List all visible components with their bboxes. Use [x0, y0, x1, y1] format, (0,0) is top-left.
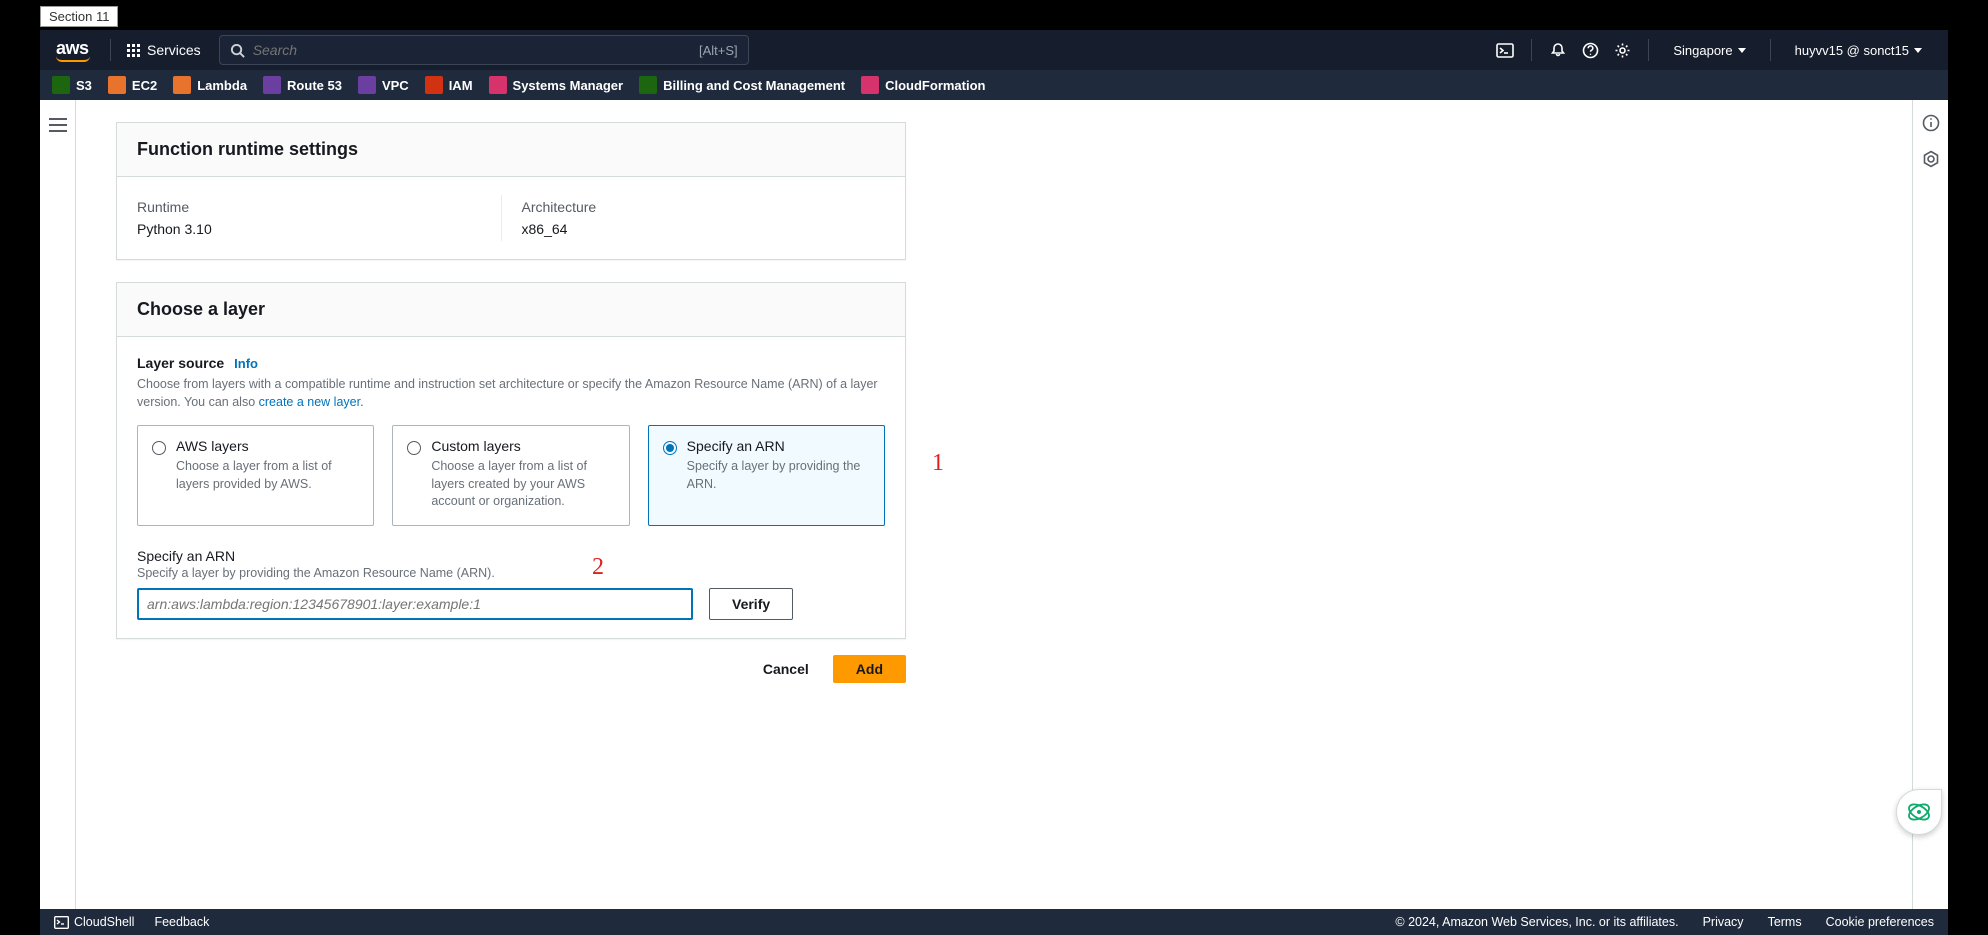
add-button[interactable]: Add: [833, 655, 906, 683]
tile-desc: Choose a layer from a list of layers cre…: [431, 458, 614, 511]
card-title: Function runtime settings: [137, 139, 885, 160]
account-selector[interactable]: huyvv15 @ sonct15: [1781, 43, 1936, 58]
runtime-value: Python 3.10: [137, 221, 501, 237]
service-icon: [425, 76, 443, 94]
service-icon: [263, 76, 281, 94]
layer-source-tile-custom[interactable]: Custom layers Choose a layer from a list…: [392, 425, 629, 526]
layer-source-tile-aws[interactable]: AWS layers Choose a layer from a list of…: [137, 425, 374, 526]
left-rail: [40, 100, 76, 909]
service-icon: [52, 76, 70, 94]
sidebar-toggle-button[interactable]: [49, 118, 67, 132]
radio-icon: [407, 441, 421, 455]
notifications-icon-button[interactable]: [1542, 34, 1574, 66]
tile-title: Custom layers: [431, 438, 614, 454]
card-title: Choose a layer: [137, 299, 885, 320]
footer: CloudShell Feedback © 2024, Amazon Web S…: [40, 909, 1948, 935]
divider: [110, 39, 111, 61]
search-icon: [230, 43, 245, 58]
service-icon: [861, 76, 879, 94]
history-panel-toggle[interactable]: [1922, 150, 1940, 168]
divider: [1648, 39, 1649, 61]
service-icon: [489, 76, 507, 94]
favorites-bar: S3 EC2 Lambda Route 53 VPC IAM Systems M…: [40, 70, 1948, 100]
form-actions: Cancel Add: [116, 639, 906, 723]
section-tab: Section 11: [40, 6, 118, 27]
assistant-icon: [1906, 799, 1932, 825]
top-nav: aws Services [Alt+S]: [40, 30, 1948, 70]
services-label: Services: [147, 42, 201, 58]
cloudshell-link[interactable]: CloudShell: [54, 915, 134, 929]
assistant-badge[interactable]: [1896, 789, 1942, 835]
choose-layer-card: Choose a layer Layer source Info Choose …: [116, 282, 906, 639]
layer-source-description: Choose from layers with a compatible run…: [137, 375, 885, 411]
caret-down-icon: [1914, 48, 1922, 53]
terms-link[interactable]: Terms: [1768, 915, 1802, 929]
arn-input[interactable]: [137, 588, 693, 620]
caret-down-icon: [1738, 48, 1746, 53]
right-rail: [1912, 100, 1948, 909]
layer-source-label: Layer source: [137, 355, 224, 371]
info-link[interactable]: Info: [234, 356, 258, 371]
fav-item-s3[interactable]: S3: [52, 76, 92, 94]
help-icon-button[interactable]: [1574, 34, 1606, 66]
main-content: Function runtime settings Runtime Python…: [76, 100, 1912, 909]
verify-button[interactable]: Verify: [709, 588, 793, 620]
cloudshell-icon: [54, 916, 69, 929]
architecture-value: x86_64: [522, 221, 886, 237]
cookie-preferences-link[interactable]: Cookie preferences: [1826, 915, 1934, 929]
fav-item-route53[interactable]: Route 53: [263, 76, 342, 94]
region-selector[interactable]: Singapore: [1659, 43, 1759, 58]
arn-field-label: Specify an ARN: [137, 548, 885, 564]
architecture-label: Architecture: [522, 199, 886, 215]
arn-field-desc: Specify a layer by providing the Amazon …: [137, 566, 885, 580]
runtime-label: Runtime: [137, 199, 501, 215]
radio-icon: [663, 441, 677, 455]
search-box[interactable]: [Alt+S]: [219, 35, 749, 65]
fav-item-billing[interactable]: Billing and Cost Management: [639, 76, 845, 94]
divider: [1531, 39, 1532, 61]
fav-item-systems-manager[interactable]: Systems Manager: [489, 76, 624, 94]
settings-icon-button[interactable]: [1606, 34, 1638, 66]
service-icon: [358, 76, 376, 94]
tile-title: AWS layers: [176, 438, 359, 454]
privacy-link[interactable]: Privacy: [1703, 915, 1744, 929]
service-icon: [108, 76, 126, 94]
fav-item-cloudformation[interactable]: CloudFormation: [861, 76, 985, 94]
runtime-settings-card: Function runtime settings Runtime Python…: [116, 122, 906, 260]
tile-title: Specify an ARN: [687, 438, 870, 454]
fav-item-vpc[interactable]: VPC: [358, 76, 409, 94]
cloudshell-icon-button[interactable]: [1489, 34, 1521, 66]
layer-source-tile-specify-arn[interactable]: Specify an ARN Specify a layer by provid…: [648, 425, 885, 526]
create-new-layer-link[interactable]: create a new layer.: [259, 395, 364, 409]
tile-desc: Choose a layer from a list of layers pro…: [176, 458, 359, 493]
fav-item-iam[interactable]: IAM: [425, 76, 473, 94]
radio-icon: [152, 441, 166, 455]
feedback-link[interactable]: Feedback: [154, 915, 209, 929]
aws-logo[interactable]: aws: [52, 38, 100, 62]
annotation-1: 1: [932, 450, 944, 477]
divider: [1770, 39, 1771, 61]
search-shortcut: [Alt+S]: [699, 43, 738, 58]
services-menu-button[interactable]: Services: [121, 38, 207, 62]
footer-copyright: © 2024, Amazon Web Services, Inc. or its…: [1395, 915, 1678, 929]
info-panel-toggle[interactable]: [1922, 114, 1940, 132]
tile-desc: Specify a layer by providing the ARN.: [687, 458, 870, 493]
grid-icon: [127, 44, 140, 57]
service-icon: [173, 76, 191, 94]
fav-item-ec2[interactable]: EC2: [108, 76, 157, 94]
service-icon: [639, 76, 657, 94]
cancel-button[interactable]: Cancel: [753, 655, 819, 683]
fav-item-lambda[interactable]: Lambda: [173, 76, 247, 94]
search-input[interactable]: [253, 42, 633, 58]
